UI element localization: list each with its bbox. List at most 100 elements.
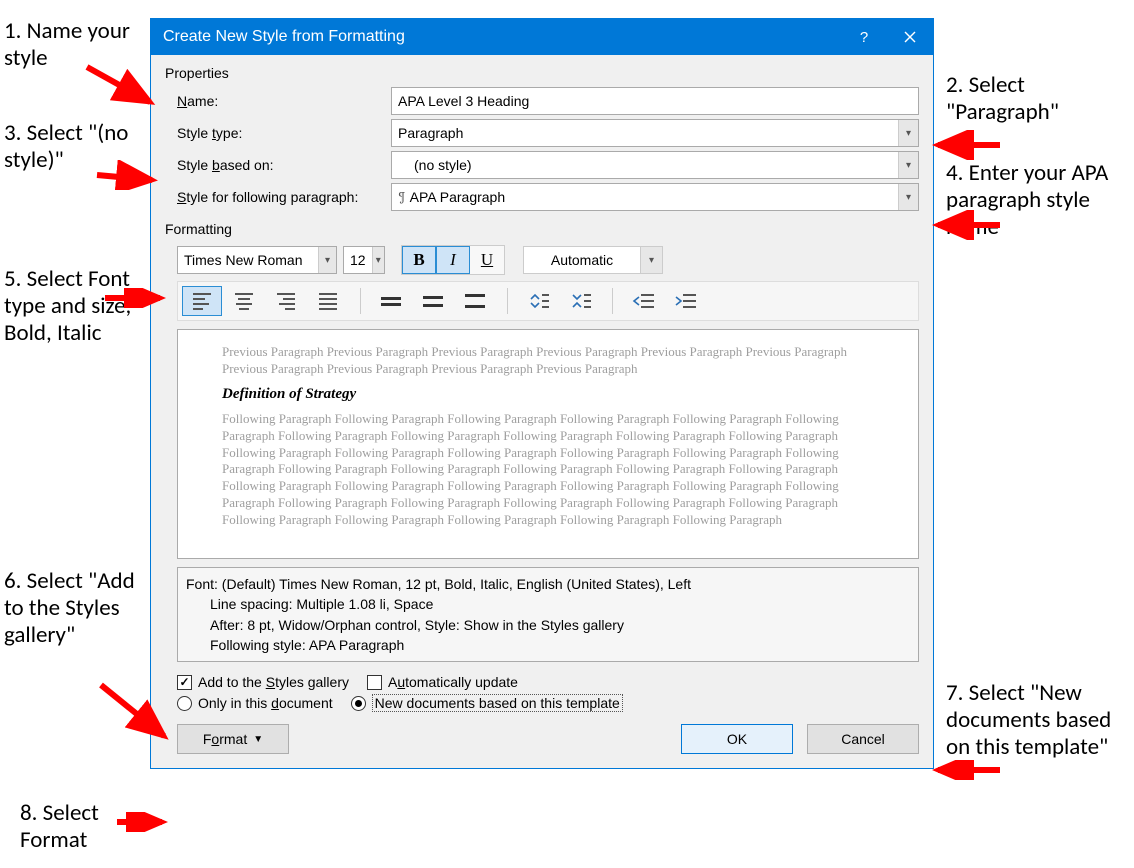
line-spacing-1-5-button[interactable] <box>413 286 453 316</box>
add-to-gallery-checkbox[interactable]: Add to the Styles gallery <box>177 674 349 690</box>
line-spacing-icon <box>423 296 443 307</box>
font-size-value: 12 <box>344 252 372 268</box>
bold-button[interactable]: B <box>402 246 436 274</box>
align-right-icon <box>277 293 295 310</box>
preview-following-text: Following Paragraph Following Paragraph … <box>222 411 874 529</box>
arrow-icon <box>930 130 1010 160</box>
font-color-combo[interactable]: Automatic ▾ <box>523 246 663 274</box>
cancel-button[interactable]: Cancel <box>807 724 919 754</box>
desc-line-1: Font: (Default) Times New Roman, 12 pt, … <box>186 574 910 594</box>
font-name-combo[interactable]: Times New Roman ▾ <box>177 246 337 274</box>
help-button[interactable]: ? <box>841 19 887 55</box>
arrow-icon <box>112 812 172 832</box>
font-size-dropdown-button[interactable]: ▾ <box>372 247 384 273</box>
paragraph-spacing-expand-icon <box>527 291 549 311</box>
style-following-dropdown-button[interactable]: ▾ <box>898 184 918 210</box>
style-based-on-label: Style based on: <box>177 157 391 173</box>
chevron-down-icon: ▾ <box>649 255 654 266</box>
arrow-icon <box>930 760 1010 780</box>
space-before-increase-button[interactable] <box>518 286 558 316</box>
checkbox-icon <box>367 675 382 690</box>
paragraph-spacing-compress-icon <box>569 291 591 311</box>
align-center-icon <box>235 293 253 310</box>
ok-button[interactable]: OK <box>681 724 793 754</box>
arrow-icon <box>96 680 176 750</box>
style-type-combo[interactable]: Paragraph ▾ <box>391 119 919 147</box>
new-documents-template-radio[interactable]: New documents based on this template <box>351 694 623 712</box>
line-spacing-icon <box>465 294 485 308</box>
arrow-icon <box>92 160 162 190</box>
align-justify-icon <box>319 293 337 310</box>
line-spacing-1-button[interactable] <box>371 286 411 316</box>
italic-button[interactable]: I <box>436 246 470 274</box>
desc-line-4: Following style: APA Paragraph <box>186 635 910 655</box>
chevron-down-icon: ▼ <box>253 734 263 745</box>
style-preview: Previous Paragraph Previous Paragraph Pr… <box>177 329 919 559</box>
preview-previous-text: Previous Paragraph Previous Paragraph Pr… <box>222 344 874 378</box>
arrow-icon <box>930 210 1010 240</box>
style-following-combo[interactable]: ¶APA Paragraph ▾ <box>391 183 919 211</box>
annotation-2: 2. Select "Paragraph" <box>946 72 1126 126</box>
properties-label: Properties <box>165 65 919 81</box>
style-type-label: Style type: <box>177 125 391 141</box>
underline-button[interactable]: U <box>470 246 504 274</box>
separator <box>360 288 361 314</box>
name-input[interactable] <box>391 87 919 115</box>
radio-icon <box>177 696 192 711</box>
style-based-on-combo[interactable]: (no style) ▾ <box>391 151 919 179</box>
align-right-button[interactable] <box>266 286 306 316</box>
formatting-label: Formatting <box>165 221 919 237</box>
align-left-icon <box>193 293 211 310</box>
chevron-down-icon: ▾ <box>906 128 911 139</box>
auto-update-checkbox[interactable]: Automatically update <box>367 674 518 690</box>
style-following-label: Style for following paragraph: <box>177 189 391 205</box>
close-icon <box>904 31 916 43</box>
checkbox-icon <box>177 675 192 690</box>
create-style-dialog: Create New Style from Formatting ? Prope… <box>150 18 934 769</box>
pilcrow-icon: ¶ <box>398 190 406 205</box>
font-size-combo[interactable]: 12 ▾ <box>343 246 385 274</box>
style-type-dropdown-button[interactable]: ▾ <box>898 120 918 146</box>
separator <box>507 288 508 314</box>
close-button[interactable] <box>887 19 933 55</box>
decrease-indent-button[interactable] <box>623 286 663 316</box>
name-label: Name: <box>177 93 391 109</box>
template-radio-label: New documents based on this template <box>372 694 623 712</box>
bold-italic-underline-group: B I U <box>401 245 505 275</box>
line-spacing-2-button[interactable] <box>455 286 495 316</box>
style-based-on-value: (no style) <box>392 157 898 173</box>
align-justify-button[interactable] <box>308 286 348 316</box>
desc-line-2: Line spacing: Multiple 1.08 li, Space <box>186 594 910 614</box>
line-spacing-icon <box>381 297 401 306</box>
chevron-down-icon: ▾ <box>906 192 911 203</box>
paragraph-toolbar <box>177 281 919 321</box>
font-name-value: Times New Roman <box>178 252 318 268</box>
font-name-dropdown-button[interactable]: ▾ <box>318 247 336 273</box>
annotation-6: 6. Select "Add to the Styles gallery" <box>4 568 148 649</box>
style-description: Font: (Default) Times New Roman, 12 pt, … <box>177 567 919 662</box>
radio-icon <box>351 696 366 711</box>
annotation-7: 7. Select "New documents based on this t… <box>946 680 1126 761</box>
arrow-icon <box>82 62 162 112</box>
increase-indent-button[interactable] <box>665 286 705 316</box>
only-this-document-radio[interactable]: Only in this document <box>177 695 333 711</box>
format-button[interactable]: Format▼ <box>177 724 289 754</box>
arrow-icon <box>100 288 170 308</box>
space-before-decrease-button[interactable] <box>560 286 600 316</box>
align-left-button[interactable] <box>182 286 222 316</box>
style-following-value: ¶APA Paragraph <box>392 189 898 205</box>
dialog-title: Create New Style from Formatting <box>163 28 405 46</box>
preview-sample-heading: Definition of Strategy <box>222 386 874 403</box>
style-based-on-dropdown-button[interactable]: ▾ <box>898 152 918 178</box>
chevron-down-icon: ▾ <box>325 255 330 266</box>
desc-line-3: After: 8 pt, Widow/Orphan control, Style… <box>186 615 910 635</box>
increase-indent-icon <box>674 292 696 310</box>
style-type-value: Paragraph <box>392 125 898 141</box>
decrease-indent-icon <box>632 292 654 310</box>
titlebar: Create New Style from Formatting ? <box>151 19 933 55</box>
chevron-down-icon: ▾ <box>906 160 911 171</box>
align-center-button[interactable] <box>224 286 264 316</box>
font-color-dropdown-button[interactable]: ▾ <box>640 247 662 273</box>
font-color-value: Automatic <box>524 247 640 273</box>
chevron-down-icon: ▾ <box>376 255 381 266</box>
